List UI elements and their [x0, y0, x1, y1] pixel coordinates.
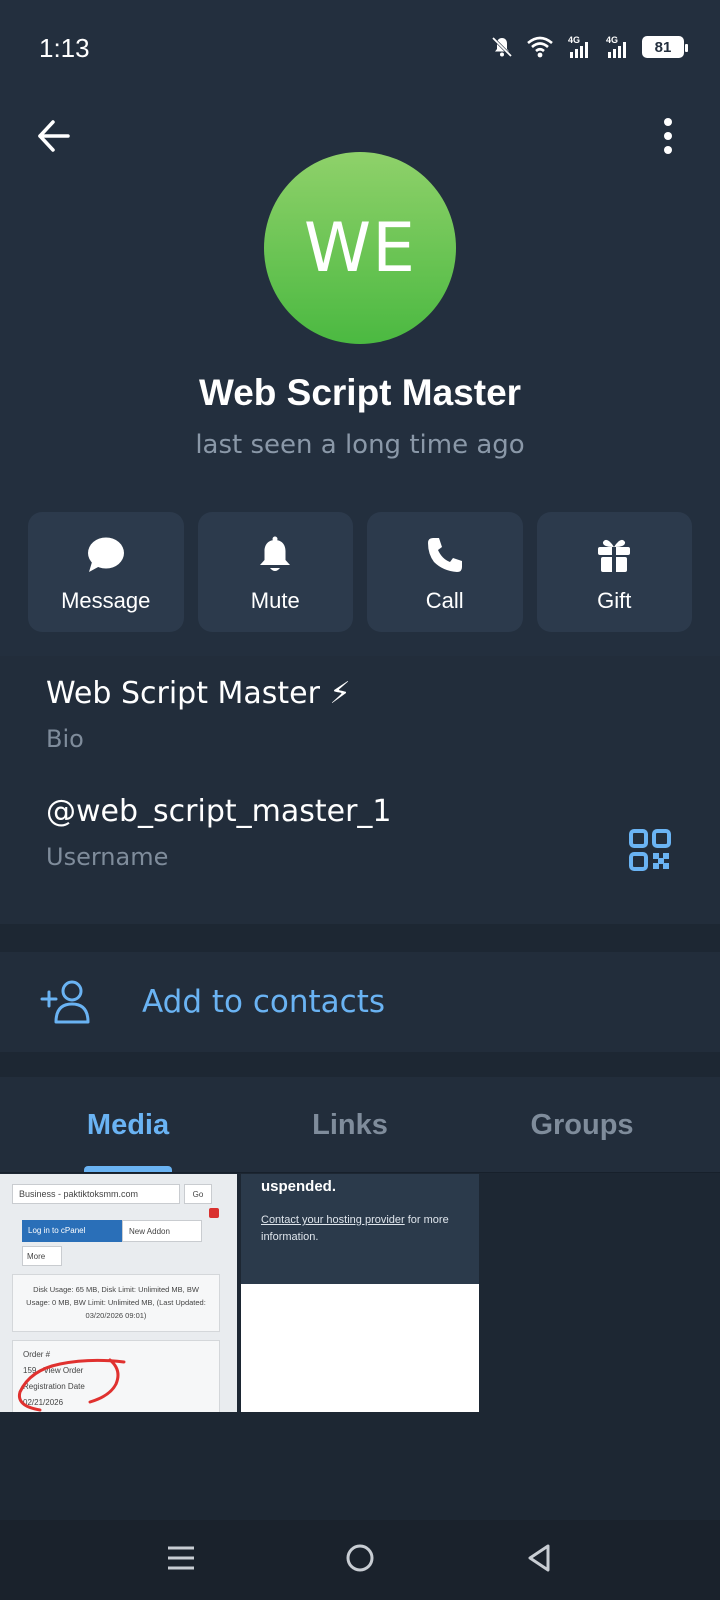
- back-button[interactable]: [34, 116, 74, 156]
- thumb-domain-select: Business - paktiktoksmm.com: [12, 1184, 180, 1204]
- more-dot: [664, 132, 672, 140]
- svg-text:4G: 4G: [568, 35, 580, 45]
- add-person-icon: [40, 980, 90, 1024]
- status-bar: 1:13 4G 4G 81: [0, 0, 720, 96]
- battery-indicator: 81: [642, 36, 688, 58]
- back-nav-icon[interactable]: [524, 1542, 554, 1574]
- notifications-off-icon: [491, 36, 513, 58]
- call-button[interactable]: Call: [367, 512, 523, 632]
- thumb-suspended-title: uspended.: [261, 1178, 337, 1195]
- avatar[interactable]: WE: [264, 152, 456, 344]
- home-icon[interactable]: [344, 1542, 376, 1574]
- mute-label: Mute: [250, 588, 300, 613]
- profile-header: WE Web Script Master last seen a long ti…: [0, 96, 720, 656]
- recent-apps-icon[interactable]: [166, 1542, 196, 1574]
- active-tab-indicator: [84, 1166, 172, 1172]
- cell-signal-1-icon: 4G: [568, 35, 588, 58]
- arrow-left-icon: [38, 120, 70, 152]
- thumb-more-button: More: [22, 1246, 62, 1266]
- thumb-contact-link: Contact your hosting provider: [261, 1214, 405, 1226]
- action-buttons: Message Mute Call Gift: [28, 512, 692, 632]
- message-label: Message: [61, 588, 151, 613]
- message-icon: [87, 537, 124, 572]
- gift-label: Gift: [597, 588, 632, 613]
- thumb-go-button: Go: [184, 1184, 212, 1204]
- phone-icon: [427, 538, 462, 572]
- tab-groups[interactable]: Groups: [492, 1077, 672, 1173]
- thumb-suspended-banner: uspended. Contact your hosting provider …: [241, 1174, 479, 1284]
- add-to-contacts-button[interactable]: Add to contacts: [0, 952, 720, 1052]
- gift-button[interactable]: Gift: [536, 512, 692, 632]
- message-button[interactable]: Message: [28, 512, 184, 632]
- lock-icon: [209, 1208, 219, 1218]
- profile-info: Web Script Master ⚡ Bio @web_script_mast…: [0, 656, 720, 924]
- thumb-usage-text: Disk Usage: 65 MB, Disk Limit: Unlimited…: [12, 1274, 220, 1332]
- system-nav-bar: [0, 1520, 720, 1600]
- status-icons: 4G 4G 81: [490, 32, 688, 62]
- tab-media[interactable]: Media: [40, 1077, 216, 1173]
- wifi-icon: [527, 36, 553, 58]
- bio-row[interactable]: Web Script Master ⚡ Bio: [46, 676, 351, 753]
- more-dot: [664, 146, 672, 154]
- red-scribble-mark: [17, 1358, 126, 1412]
- bio-value: Web Script Master ⚡: [46, 676, 351, 711]
- qr-code-icon[interactable]: [628, 828, 672, 872]
- tab-links[interactable]: Links: [262, 1077, 438, 1173]
- more-dot: [664, 118, 672, 126]
- call-label: Call: [425, 588, 464, 613]
- profile-name: Web Script Master: [198, 372, 522, 413]
- thumb-suspended-body: Contact your hosting provider for more i…: [261, 1212, 471, 1246]
- bio-label: Bio: [46, 725, 84, 753]
- mute-button[interactable]: Mute: [197, 512, 353, 632]
- add-to-contacts-label: Add to contacts: [142, 984, 386, 1020]
- media-thumbnail[interactable]: uspended. Contact your hosting provider …: [241, 1174, 479, 1412]
- username-row[interactable]: @web_script_master_1 Username: [46, 794, 392, 871]
- thumb-addon-button: New Addon: [122, 1220, 202, 1242]
- gift-icon: [598, 539, 631, 572]
- media-grid: Business - paktiktoksmm.com Go Log in to…: [0, 1174, 720, 1520]
- bell-icon: [260, 536, 291, 571]
- last-seen-status: last seen a long time ago: [195, 430, 525, 460]
- username-value: @web_script_master_1: [46, 794, 392, 829]
- media-tabs: Media Links Groups: [0, 1077, 720, 1173]
- svg-text:4G: 4G: [606, 35, 618, 45]
- more-options-button[interactable]: [656, 116, 680, 156]
- username-label: Username: [46, 843, 169, 871]
- media-thumbnail[interactable]: Business - paktiktoksmm.com Go Log in to…: [0, 1174, 237, 1412]
- status-time: 1:13: [39, 33, 90, 63]
- thumb-login-button: Log in to cPanel: [22, 1220, 122, 1242]
- cell-signal-2-icon: 4G: [606, 35, 626, 58]
